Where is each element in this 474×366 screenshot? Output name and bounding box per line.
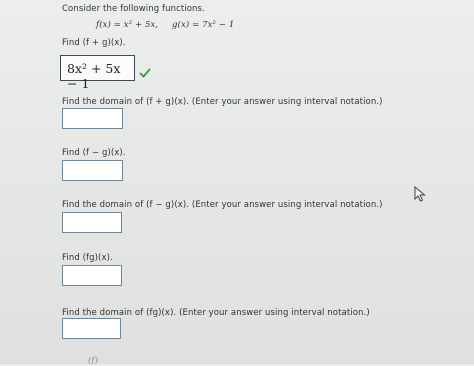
- prompt-domain-f-minus-g: Find the domain of (f − g)(x). (Enter yo…: [62, 200, 383, 210]
- answer-domain-f-minus-g-field[interactable]: [62, 212, 122, 233]
- answer-domain-fg-field[interactable]: [62, 318, 121, 339]
- prompt-f-plus-g: Find (f + g)(x).: [62, 38, 126, 48]
- intro-text: Consider the following functions.: [62, 4, 205, 14]
- function-f: f(x) = x² + 5x,: [96, 20, 159, 30]
- prompt-domain-f-plus-g: Find the domain of (f + g)(x). (Enter yo…: [62, 97, 383, 107]
- function-g: g(x) = 7x² − 1: [172, 20, 235, 30]
- answer-f-minus-g-field[interactable]: [62, 160, 123, 181]
- prompt-fg: Find (fg)(x).: [62, 253, 113, 263]
- mouse-pointer-icon: [414, 186, 426, 202]
- answer-fg-field[interactable]: [62, 265, 122, 286]
- partial-next-prompt: (f): [88, 356, 99, 366]
- answer-f-plus-g-field[interactable]: 8x² + 5x − 1: [60, 55, 135, 91]
- checkmark-icon: [139, 68, 151, 78]
- prompt-f-minus-g: Find (f − g)(x).: [62, 148, 126, 158]
- answer-domain-f-plus-g-field[interactable]: [62, 108, 123, 129]
- prompt-domain-fg: Find the domain of (fg)(x). (Enter your …: [62, 308, 370, 318]
